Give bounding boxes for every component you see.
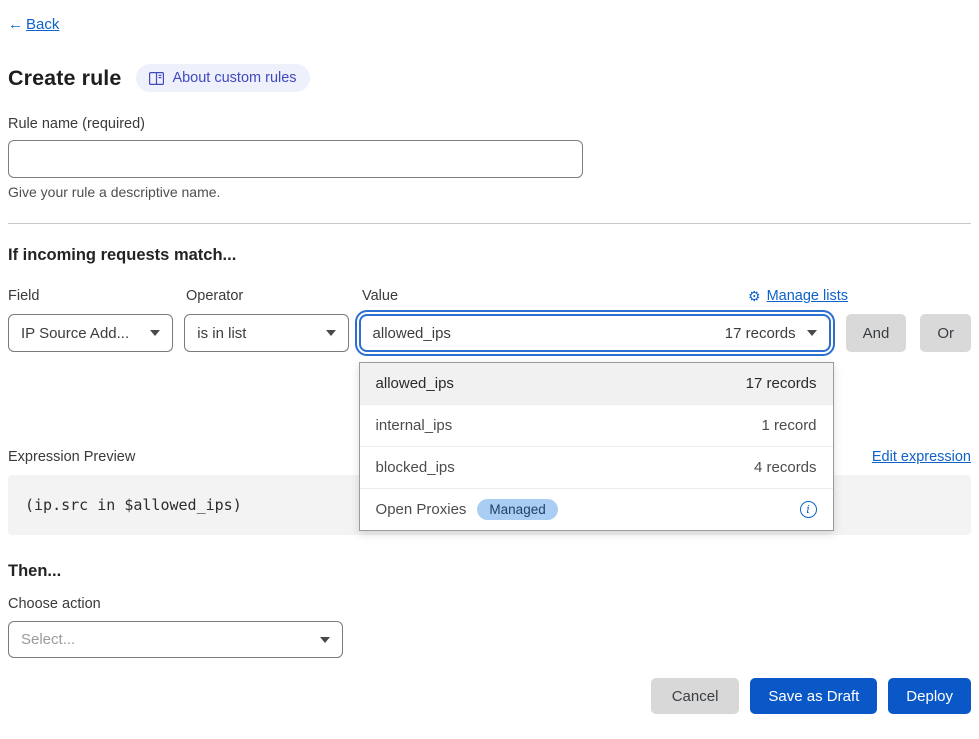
field-label: Field	[8, 288, 186, 304]
list-item-name: Open Proxies	[376, 501, 467, 518]
match-section-heading: If incoming requests match...	[8, 246, 971, 265]
list-item-record-count: 1 record	[762, 417, 817, 434]
list-item-open-proxies[interactable]: Open Proxies Managed i	[360, 488, 833, 530]
back-label: Back	[26, 16, 59, 33]
manage-lists-label: Manage lists	[767, 288, 848, 304]
list-item-name: allowed_ips	[376, 375, 454, 392]
operator-label: Operator	[186, 288, 362, 304]
about-custom-rules-label: About custom rules	[172, 70, 296, 86]
value-select-wrapper: allowed_ips 17 records allowed_ips 17 re…	[359, 314, 831, 352]
expression-code: (ip.src in $allowed_ips)	[25, 496, 242, 514]
or-button[interactable]: Or	[920, 314, 971, 352]
value-select[interactable]: allowed_ips 17 records	[359, 314, 831, 352]
back-arrow-icon: ←	[8, 16, 23, 33]
condition-labels-row: Field Operator Value ⚙ Manage lists	[8, 288, 971, 304]
expression-preview-label: Expression Preview	[8, 449, 135, 465]
chevron-down-icon	[150, 330, 160, 336]
page-title: Create rule	[8, 66, 121, 91]
action-select[interactable]: Select...	[8, 621, 343, 658]
gear-icon: ⚙	[748, 289, 761, 303]
chevron-down-icon	[807, 330, 817, 336]
back-link[interactable]: ← Back	[8, 16, 59, 33]
edit-expression-link[interactable]: Edit expression	[872, 449, 971, 465]
field-select-value: IP Source Add...	[21, 325, 129, 342]
manage-lists-link[interactable]: ⚙ Manage lists	[748, 288, 848, 304]
list-dropdown-panel: allowed_ips 17 records internal_ips 1 re…	[359, 362, 834, 531]
value-select-record-count: 17 records	[725, 325, 796, 342]
and-button[interactable]: And	[846, 314, 907, 352]
chevron-down-icon	[320, 637, 330, 643]
chevron-down-icon	[326, 330, 336, 336]
list-item-record-count: 4 records	[754, 459, 817, 476]
rule-name-input[interactable]	[8, 140, 583, 178]
list-item-blocked-ips[interactable]: blocked_ips 4 records	[360, 446, 833, 488]
deploy-button[interactable]: Deploy	[888, 678, 971, 714]
list-item-record-count: 17 records	[746, 375, 817, 392]
info-icon[interactable]: i	[800, 501, 817, 518]
footer-actions: Cancel Save as Draft Deploy	[8, 678, 971, 714]
rule-name-label: Rule name (required)	[8, 116, 971, 132]
section-divider	[8, 223, 971, 224]
operator-select-value: is in list	[197, 325, 246, 342]
list-item-name: blocked_ips	[376, 459, 455, 476]
then-section-heading: Then...	[8, 562, 971, 581]
value-select-value: allowed_ips	[373, 325, 451, 342]
field-select[interactable]: IP Source Add...	[8, 314, 173, 352]
about-custom-rules-link[interactable]: About custom rules	[136, 64, 309, 92]
book-icon	[149, 72, 164, 85]
list-item-internal-ips[interactable]: internal_ips 1 record	[360, 404, 833, 446]
condition-row: IP Source Add... is in list allowed_ips …	[8, 314, 971, 352]
value-label: Value	[362, 288, 398, 304]
choose-action-label: Choose action	[8, 596, 971, 612]
cancel-button[interactable]: Cancel	[651, 678, 740, 714]
operator-select[interactable]: is in list	[184, 314, 348, 352]
create-rule-page: ← Back Create rule About custom rules Ru…	[0, 0, 979, 714]
title-row: Create rule About custom rules	[8, 64, 971, 92]
list-item-name: internal_ips	[376, 417, 453, 434]
save-as-draft-button[interactable]: Save as Draft	[750, 678, 877, 714]
rule-name-helper: Give your rule a descriptive name.	[8, 184, 971, 200]
action-select-placeholder: Select...	[21, 631, 75, 648]
list-item-allowed-ips[interactable]: allowed_ips 17 records	[360, 363, 833, 404]
managed-badge: Managed	[477, 499, 557, 520]
